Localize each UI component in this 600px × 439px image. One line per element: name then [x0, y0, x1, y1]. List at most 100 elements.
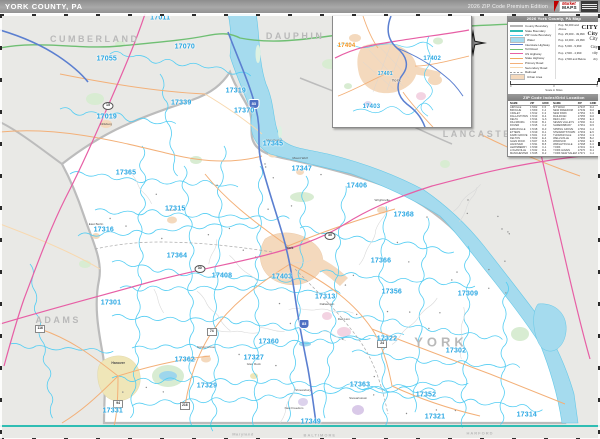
zip-label-17313: 17313: [314, 293, 336, 301]
highway-shield-30: 30: [324, 231, 336, 240]
zip-label-17403: 17403: [271, 273, 293, 281]
city-label: Shrewsbury: [295, 388, 311, 393]
zip-label-17352: 17352: [415, 391, 437, 399]
county-label-dauphin: DAUPHIN: [265, 31, 325, 42]
zip-label-17314: 17314: [516, 411, 538, 419]
city-pop-row: Pop. 2,500 and Below city: [558, 57, 598, 62]
city-label: Mount Wolf: [292, 155, 308, 160]
zip-label-17309: 17309: [457, 290, 479, 298]
legend-sample: [510, 71, 523, 73]
legend-label: Railroad: [525, 70, 537, 75]
zip-label-17327: 17327: [243, 354, 265, 362]
city-label: Glen Rock: [246, 362, 261, 367]
zip-label-17365: 17365: [115, 169, 137, 177]
legend-sample: [510, 30, 523, 32]
city-label: York: [286, 245, 294, 250]
zip-label-17329: 17329: [196, 382, 218, 390]
york-city-inset-map: 17404 17402 17401 17403 York: [331, 15, 472, 129]
legend-label: Water: [527, 38, 535, 43]
legend-label: Secondary Road: [525, 65, 548, 70]
legend-sample: [510, 35, 523, 36]
zip-label-17055: 17055: [96, 55, 118, 63]
inset-label-17402: 17402: [423, 55, 441, 62]
zip-label-17322: 17322: [376, 335, 398, 343]
zip-label-17406: 17406: [346, 182, 368, 190]
zip-label-17366: 17366: [370, 257, 392, 265]
map-canvas: CUMBERLAND DAUPHIN ADAMS YORK LANCASTER Maryl…: [0, 14, 600, 439]
legend-label: US Highway: [525, 51, 542, 56]
logo-info-box: [581, 1, 598, 12]
zip-label-17368: 17368: [393, 211, 415, 219]
legend-sample: [510, 53, 523, 55]
inset-labels: 17404 17402 17401 17403 York: [333, 16, 471, 127]
zip-index-column: NAME ZIP GRID MT WOLF 17347 D-2 NEW FREEDOM 173…: [553, 102, 598, 155]
zip-label-17315: 17315: [164, 205, 186, 213]
city-label: Spring Grove: [196, 345, 215, 350]
inset-label-17403: 17403: [362, 104, 381, 111]
zip-label-17356: 17356: [381, 288, 403, 296]
zip-label-17363: 17363: [349, 381, 371, 389]
zip-index-column: NAME ZIP GRID AIRVILLE 17302 F-5 BROGUE 17309 F-…: [510, 102, 551, 155]
marketmaps-logo: Market MAPS: [554, 1, 598, 12]
legend-items: County Boundary State Boundary ZIP Code Bo…: [510, 24, 553, 80]
county-label-adams: ADAMS: [35, 314, 81, 325]
zip-label-17070: 17070: [174, 43, 196, 51]
zip-label-17301: 17301: [100, 299, 122, 307]
title-bar: YORK COUNTY, PA 2026 ZIP Code Premium Ed…: [0, 0, 600, 14]
legend-label: Interstate Highway: [525, 42, 550, 47]
zip-label-17011: 17011: [150, 14, 171, 22]
zip-index-table: NAME ZIP GRID AIRVILLE 17302 F-5 BROGUE 17309 F-…: [508, 101, 600, 155]
legend-sample: [510, 74, 525, 80]
legend-title: 2026 York County, PA Map: [508, 15, 600, 22]
zip-label-17364: 17364: [166, 252, 188, 260]
zip-label-17362: 17362: [174, 356, 196, 364]
city-label: Red Lion: [337, 317, 350, 322]
county-label-maryland: Maryland: [232, 431, 254, 437]
city-label: East Berlin: [88, 222, 104, 227]
county-label-cumberland: CUMBERLAND: [50, 34, 140, 45]
city-pop-row: Pop. 50,000 and Above CITY: [558, 23, 598, 32]
legend-sample: [510, 44, 523, 46]
city-label: Wrightsville: [374, 198, 390, 203]
county-label-baltimore: BALTIMORE: [303, 432, 337, 438]
legend-label: Urban Area: [527, 74, 543, 79]
legend-sample: [510, 67, 523, 68]
county-label-harford: HARFORD: [466, 430, 494, 436]
city-label: Stewartstown: [349, 395, 368, 400]
zip-index-row: MANCHESTER 17345 D-2: [510, 151, 547, 155]
zip-label-17319: 17319: [225, 87, 247, 95]
legend-label: County Boundary: [525, 24, 549, 29]
zip-label-17316: 17316: [93, 226, 115, 234]
zip-label-17302: 17302: [445, 347, 467, 355]
zip-index-row: YORK NEW SALEM 17371 C-4: [553, 151, 594, 155]
logo-line2: MAPS: [562, 5, 577, 11]
highway-shield-83: 83: [298, 319, 310, 330]
inset-label-17401: 17401: [377, 71, 393, 78]
highway-shield-116: 116: [35, 324, 46, 333]
legend-sample: [510, 48, 523, 50]
legend-label: Toll Road: [525, 47, 538, 52]
legend-label: ZIP Code Boundary: [525, 33, 552, 38]
highway-shield-15: 15: [102, 102, 114, 111]
legend-label: State Highway: [525, 56, 545, 61]
city-label: New Freedom: [284, 406, 304, 411]
legend-label: Primary Road: [525, 61, 544, 66]
map-frame: CUMBERLAND DAUPHIN ADAMS YORK LANCASTER Maryl…: [0, 13, 600, 439]
zip-label-17331: 17331: [102, 407, 124, 415]
legend-sample: [510, 37, 525, 43]
city-label: Dillsburg: [100, 121, 113, 126]
inset-label-17404: 17404: [337, 43, 356, 50]
scale-label: Scale in Miles: [545, 88, 563, 93]
city-label: Hanover: [111, 360, 125, 365]
zip-label-17347: 17347: [291, 165, 313, 173]
legend-item: Urban Area: [510, 74, 553, 80]
legend-body: County Boundary State Boundary ZIP Code Bo…: [508, 22, 600, 80]
map-title: YORK COUNTY, PA: [5, 2, 83, 11]
zip-label-17408: 17408: [211, 272, 233, 280]
map-poster: YORK COUNTY, PA 2026 ZIP Code Premium Ed…: [0, 0, 600, 439]
zip-label-17339: 17339: [170, 99, 192, 107]
zip-label-17019: 17019: [96, 113, 118, 121]
zip-label-17360: 17360: [258, 338, 280, 346]
inset-label-York: York: [391, 77, 401, 83]
city-label: Dallastown: [319, 302, 335, 307]
